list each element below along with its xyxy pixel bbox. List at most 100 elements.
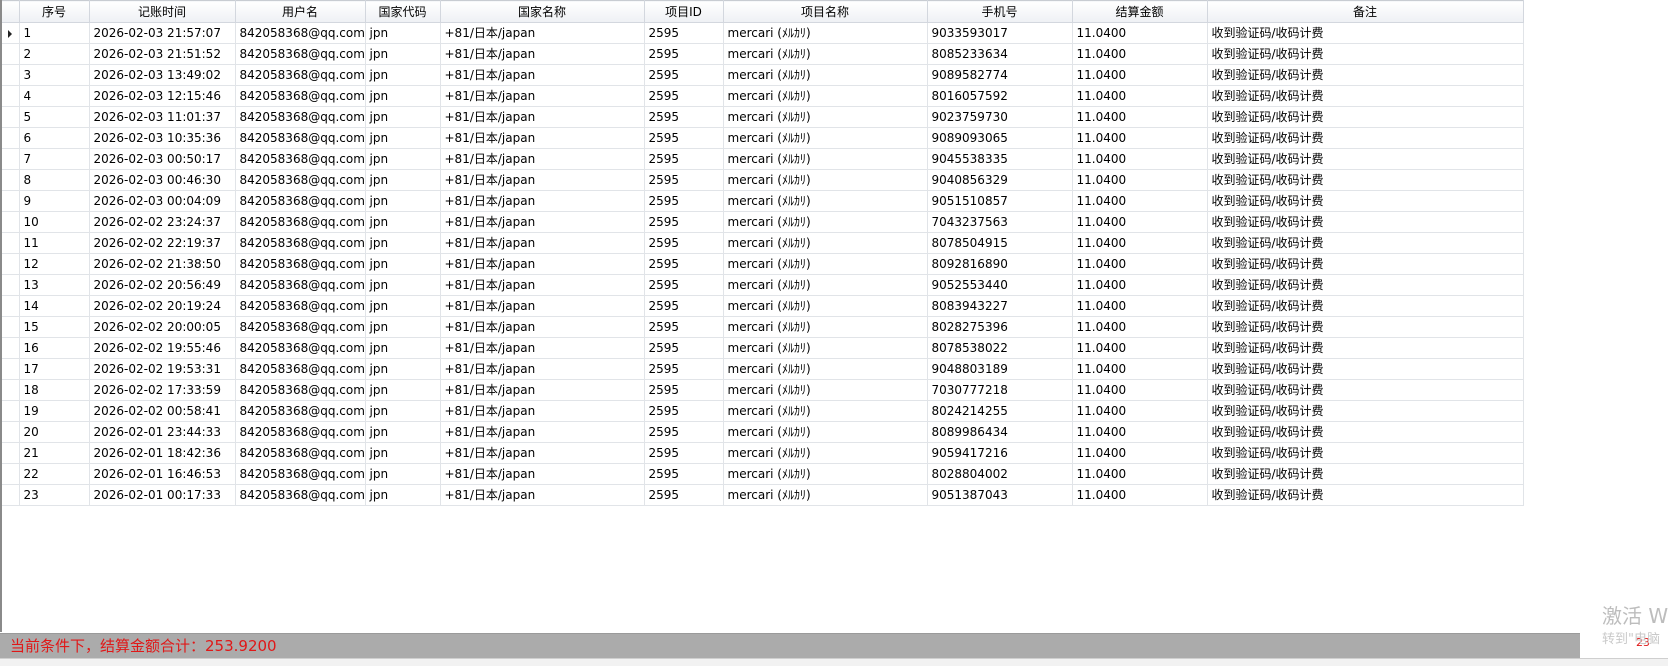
table-cell[interactable]: 2595 [643, 253, 724, 275]
row-indicator[interactable] [2, 64, 20, 86]
table-cell[interactable]: 收到验证码/收码计费 [1206, 22, 1524, 44]
table-cell[interactable]: +81/日本/japan [439, 316, 645, 338]
table-cell[interactable]: 11.0400 [1071, 253, 1208, 275]
table-cell[interactable]: 2026-02-02 20:00:05 [88, 316, 236, 338]
table-row[interactable]: 11 2026-02-02 22:19:37 842058368@qq.com jpn… [2, 232, 1524, 254]
row-indicator[interactable] [2, 316, 20, 338]
table-cell[interactable]: 8083943227 [926, 295, 1073, 317]
table-cell[interactable]: 9059417216 [926, 442, 1073, 464]
table-cell[interactable]: 2026-02-03 00:46:30 [88, 169, 236, 191]
table-cell[interactable]: 8085233634 [926, 43, 1073, 65]
table-cell[interactable]: 2595 [643, 463, 724, 485]
table-cell[interactable]: 842058368@qq.com [234, 463, 366, 485]
table-row[interactable]: 23 2026-02-01 00:17:33 842058368@qq.com jpn… [2, 484, 1524, 506]
table-cell[interactable]: 842058368@qq.com [234, 274, 366, 296]
table-row[interactable]: 21 2026-02-01 18:42:36 842058368@qq.com jpn… [2, 442, 1524, 464]
table-cell[interactable]: 21 [18, 442, 90, 464]
table-row[interactable]: 12 2026-02-02 21:38:50 842058368@qq.com jpn… [2, 253, 1524, 275]
row-indicator[interactable] [2, 190, 20, 212]
table-cell[interactable]: 2595 [643, 85, 724, 107]
table-cell[interactable]: jpn [364, 295, 441, 317]
table-cell[interactable]: 20 [18, 421, 90, 443]
row-indicator[interactable] [2, 211, 20, 233]
table-cell[interactable]: jpn [364, 379, 441, 401]
table-cell[interactable]: 8092816890 [926, 253, 1073, 275]
table-row[interactable]: 10 2026-02-02 23:24:37 842058368@qq.com jpn… [2, 211, 1524, 233]
table-cell[interactable]: 2595 [643, 106, 724, 128]
table-cell[interactable]: 收到验证码/收码计费 [1206, 463, 1524, 485]
table-row[interactable]: 18 2026-02-02 17:33:59 842058368@qq.com jpn… [2, 379, 1524, 401]
table-row[interactable]: 17 2026-02-02 19:53:31 842058368@qq.com jpn… [2, 358, 1524, 380]
table-cell[interactable]: 11.0400 [1071, 316, 1208, 338]
table-cell[interactable]: mercari (ﾒﾙｶﾘ) [722, 169, 928, 191]
table-cell[interactable]: +81/日本/japan [439, 400, 645, 422]
table-cell[interactable]: 收到验证码/收码计费 [1206, 253, 1524, 275]
table-cell[interactable]: +81/日本/japan [439, 274, 645, 296]
table-row[interactable]: 15 2026-02-02 20:00:05 842058368@qq.com jpn… [2, 316, 1524, 338]
table-cell[interactable]: 11.0400 [1071, 148, 1208, 170]
row-indicator[interactable] [2, 295, 20, 317]
row-indicator[interactable] [2, 169, 20, 191]
table-cell[interactable]: jpn [364, 316, 441, 338]
column-header[interactable]: 序号 [18, 0, 90, 23]
table-cell[interactable]: 收到验证码/收码计费 [1206, 127, 1524, 149]
table-cell[interactable]: 842058368@qq.com [234, 106, 366, 128]
table-cell[interactable]: 842058368@qq.com [234, 43, 366, 65]
table-cell[interactable]: 9023759730 [926, 106, 1073, 128]
table-cell[interactable]: 842058368@qq.com [234, 127, 366, 149]
table-cell[interactable]: 2026-02-02 23:24:37 [88, 211, 236, 233]
table-cell[interactable]: jpn [364, 421, 441, 443]
table-cell[interactable]: 12 [18, 253, 90, 275]
table-cell[interactable]: jpn [364, 337, 441, 359]
row-indicator[interactable] [2, 127, 20, 149]
table-cell[interactable]: 2026-02-02 00:58:41 [88, 400, 236, 422]
table-cell[interactable]: 2595 [643, 400, 724, 422]
table-cell[interactable]: 收到验证码/收码计费 [1206, 421, 1524, 443]
table-cell[interactable]: mercari (ﾒﾙｶﾘ) [722, 442, 928, 464]
table-cell[interactable]: 2026-02-03 12:15:46 [88, 85, 236, 107]
table-cell[interactable]: 11.0400 [1071, 64, 1208, 86]
table-cell[interactable]: 2595 [643, 358, 724, 380]
table-cell[interactable]: +81/日本/japan [439, 358, 645, 380]
table-cell[interactable]: jpn [364, 148, 441, 170]
row-indicator[interactable] [2, 22, 20, 44]
table-cell[interactable]: 2026-02-03 10:35:36 [88, 127, 236, 149]
table-cell[interactable]: mercari (ﾒﾙｶﾘ) [722, 484, 928, 506]
table-cell[interactable]: 收到验证码/收码计费 [1206, 85, 1524, 107]
table-cell[interactable]: 11.0400 [1071, 22, 1208, 44]
row-indicator[interactable] [2, 85, 20, 107]
table-cell[interactable]: jpn [364, 64, 441, 86]
table-cell[interactable]: 2595 [643, 232, 724, 254]
table-cell[interactable]: 收到验证码/收码计费 [1206, 358, 1524, 380]
table-cell[interactable]: +81/日本/japan [439, 127, 645, 149]
table-cell[interactable]: 2595 [643, 190, 724, 212]
table-row[interactable]: 8 2026-02-03 00:46:30 842058368@qq.com jpn +… [2, 169, 1524, 191]
table-cell[interactable]: 收到验证码/收码计费 [1206, 379, 1524, 401]
row-indicator[interactable] [2, 106, 20, 128]
table-cell[interactable]: 收到验证码/收码计费 [1206, 190, 1524, 212]
table-cell[interactable]: 11.0400 [1071, 337, 1208, 359]
table-cell[interactable]: mercari (ﾒﾙｶﾘ) [722, 316, 928, 338]
table-cell[interactable]: 7043237563 [926, 211, 1073, 233]
table-cell[interactable]: 收到验证码/收码计费 [1206, 64, 1524, 86]
table-cell[interactable]: +81/日本/japan [439, 64, 645, 86]
table-cell[interactable]: 收到验证码/收码计费 [1206, 295, 1524, 317]
row-indicator[interactable] [2, 43, 20, 65]
table-cell[interactable]: mercari (ﾒﾙｶﾘ) [722, 337, 928, 359]
table-cell[interactable]: mercari (ﾒﾙｶﾘ) [722, 85, 928, 107]
table-cell[interactable]: jpn [364, 484, 441, 506]
table-cell[interactable]: 2595 [643, 316, 724, 338]
table-cell[interactable]: +81/日本/japan [439, 253, 645, 275]
table-cell[interactable]: jpn [364, 442, 441, 464]
table-cell[interactable]: 11.0400 [1071, 400, 1208, 422]
table-cell[interactable]: 9051510857 [926, 190, 1073, 212]
table-cell[interactable]: 2595 [643, 484, 724, 506]
table-cell[interactable]: 17 [18, 358, 90, 380]
table-cell[interactable]: 收到验证码/收码计费 [1206, 148, 1524, 170]
table-cell[interactable]: 2595 [643, 22, 724, 44]
table-cell[interactable]: 7 [18, 148, 90, 170]
table-cell[interactable]: 收到验证码/收码计费 [1206, 400, 1524, 422]
table-row[interactable]: 7 2026-02-03 00:50:17 842058368@qq.com jpn +… [2, 148, 1524, 170]
table-cell[interactable]: 13 [18, 274, 90, 296]
table-cell[interactable]: 2595 [643, 127, 724, 149]
